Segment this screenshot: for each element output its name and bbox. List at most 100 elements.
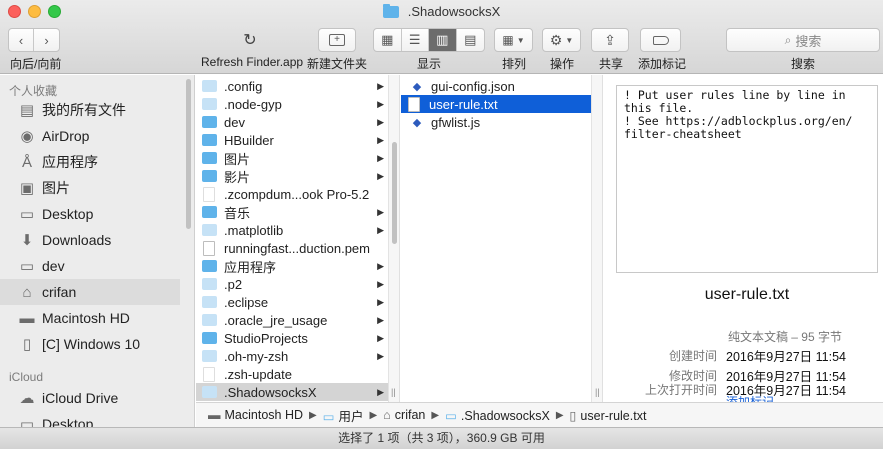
new-folder-button[interactable]: + <box>318 28 356 52</box>
tags-label: 添加标记 <box>638 57 687 71</box>
folder-icon <box>382 3 399 18</box>
icloud-header: iCloud <box>9 370 44 384</box>
sidebar-item[interactable]: ☁ iCloud Drive <box>0 385 180 411</box>
file-row[interactable]: .oh-my-zsh ▶ <box>196 347 388 365</box>
column-view-button[interactable]: ▥ <box>429 29 457 51</box>
file-name: 应用程序 <box>224 259 277 275</box>
file-row[interactable]: ◆ gfwlist.js <box>401 113 591 131</box>
gear-icon: ⚙ <box>549 31 563 48</box>
nav-label: 向后/向前 <box>10 57 62 71</box>
disclosure-arrow-icon: ▶ <box>377 170 384 181</box>
path-segment[interactable]: ▯ user-rule.txt <box>570 408 647 423</box>
column-resize-handle[interactable]: || <box>391 387 396 397</box>
view-mode-control[interactable]: ▦ ☰ ▥ ▤ <box>373 28 485 52</box>
forward-button[interactable]: › <box>34 29 59 51</box>
document-icon <box>203 240 215 256</box>
title-toolbar: . ShadowsocksX ‹ › 向后/向前 ↻ Refresh Finder… <box>0 0 883 74</box>
file-row[interactable]: .config ▶ <box>196 77 388 95</box>
folder-icon <box>202 386 217 398</box>
sidebar-item[interactable]: ◉ AirDrop <box>0 123 180 149</box>
hard-drive-icon: ▬ <box>19 309 35 327</box>
refresh-icon[interactable]: ↻ <box>240 30 260 50</box>
icon-view-button[interactable]: ▦ <box>374 29 402 51</box>
sidebar-scrollbar[interactable] <box>186 79 191 229</box>
file-row[interactable]: 图片 ▶ <box>196 149 388 167</box>
sidebar-item[interactable]: ▯ [C] Windows 10 <box>0 331 180 357</box>
file-row[interactable]: .matplotlib ▶ <box>196 221 388 239</box>
sidebar-item[interactable]: ▣ 图片 <box>0 175 180 201</box>
share-button[interactable]: ⇪ <box>591 28 629 52</box>
desktop-icon: ▭ <box>19 206 35 223</box>
file-row[interactable]: StudioProjects ▶ <box>196 329 388 347</box>
path-segment[interactable]: ▬ Macintosh HD <box>208 408 303 422</box>
document-icon <box>203 186 215 202</box>
file-name: 音乐 <box>224 205 251 221</box>
path-separator-icon: ▶ <box>431 409 440 421</box>
column-resize-handle[interactable]: || <box>595 387 600 397</box>
sidebar-item[interactable]: ▭ dev <box>0 253 180 279</box>
column-home-scroll-thumb[interactable] <box>392 142 397 244</box>
created-value: 2016年9月27日 11:54 <box>726 350 846 364</box>
sidebar-item-label: [C] Windows 10 <box>42 336 141 352</box>
camera-icon: ▣ <box>19 180 35 197</box>
folder-icon <box>202 116 217 128</box>
sidebar-item[interactable]: ▭ Desktop <box>0 201 180 227</box>
sidebar-item[interactable]: ▬ Macintosh HD <box>0 305 180 331</box>
icloud-icon: ☁ <box>19 390 35 407</box>
file-name: StudioProjects <box>224 330 308 346</box>
folder-icon <box>202 98 217 110</box>
file-row[interactable]: ◆ gui-config.json <box>401 77 591 95</box>
path-segment[interactable]: ▭ .ShadowsocksX <box>445 408 550 423</box>
file-name: 图片 <box>224 151 251 167</box>
folder-icon: ▭ <box>19 258 35 275</box>
search-field[interactable]: ⌕ 搜索 <box>726 28 880 52</box>
arrange-button[interactable]: ▦ ▼ <box>494 28 533 52</box>
sidebar-item[interactable]: ⬇ Downloads <box>0 227 180 253</box>
file-row[interactable]: .oracle_jre_usage ▶ <box>196 311 388 329</box>
action-button[interactable]: ⚙ ▼ <box>542 28 581 52</box>
sidebar-item-label: 我的所有文件 <box>42 102 126 118</box>
sidebar-item-label: 图片 <box>42 180 70 196</box>
file-row[interactable]: 影片 ▶ <box>196 167 388 185</box>
folder-icon <box>202 278 217 290</box>
file-row[interactable]: .zsh-update <box>196 365 388 383</box>
list-view-button[interactable]: ☰ <box>402 29 429 51</box>
coverflow-view-button[interactable]: ▤ <box>457 29 484 51</box>
code-file-icon: ◆ <box>412 80 422 93</box>
list-icon: ☰ <box>408 32 421 47</box>
file-row[interactable]: .zcompdum...ook Pro-5.2 <box>196 185 388 203</box>
file-row[interactable]: .ShadowsocksX ▶ <box>196 383 388 401</box>
file-row[interactable]: 应用程序 ▶ <box>196 257 388 275</box>
file-row[interactable]: HBuilder ▶ <box>196 131 388 149</box>
sidebar-item-label: iCloud Drive <box>42 390 119 406</box>
file-row[interactable]: user-rule.txt <box>401 95 591 113</box>
path-segment[interactable]: ▭ 用户 <box>323 406 364 425</box>
file-row[interactable]: .p2 ▶ <box>196 275 388 293</box>
document-icon <box>203 366 215 382</box>
folder-icon <box>202 80 217 92</box>
chevron-right-icon: › <box>44 32 49 48</box>
back-button[interactable]: ‹ <box>9 29 35 51</box>
path-segment-label: 用户 <box>338 409 364 424</box>
folder-icon <box>202 296 217 308</box>
disclosure-arrow-icon: ▶ <box>377 224 384 235</box>
file-name: user-rule.txt <box>429 96 498 112</box>
window-title: . ShadowsocksX <box>0 3 883 19</box>
file-row[interactable]: .node-gyp ▶ <box>196 95 388 113</box>
path-segment[interactable]: ⌂ crifan <box>383 408 425 422</box>
tags-button[interactable] <box>640 28 681 52</box>
folder-icon <box>202 332 217 344</box>
action-label: 操作 <box>550 57 575 71</box>
document-icon: ▯ <box>569 408 577 423</box>
file-row[interactable]: runningfast...duction.pem <box>196 239 388 257</box>
file-row[interactable]: .eclipse ▶ <box>196 293 388 311</box>
sidebar-item[interactable]: ▤ 我的所有文件 <box>0 97 180 123</box>
file-row[interactable]: dev ▶ <box>196 113 388 131</box>
file-row[interactable]: 音乐 ▶ <box>196 203 388 221</box>
sidebar-item[interactable]: ⌂ crifan <box>0 279 180 305</box>
sidebar-item[interactable]: Å 应用程序 <box>0 149 180 175</box>
back-forward-control[interactable]: ‹ › <box>8 28 60 52</box>
opened-label: 上次打开时间 <box>644 383 717 397</box>
disclosure-arrow-icon: ▶ <box>377 332 384 343</box>
disclosure-arrow-icon: ▶ <box>377 296 384 307</box>
